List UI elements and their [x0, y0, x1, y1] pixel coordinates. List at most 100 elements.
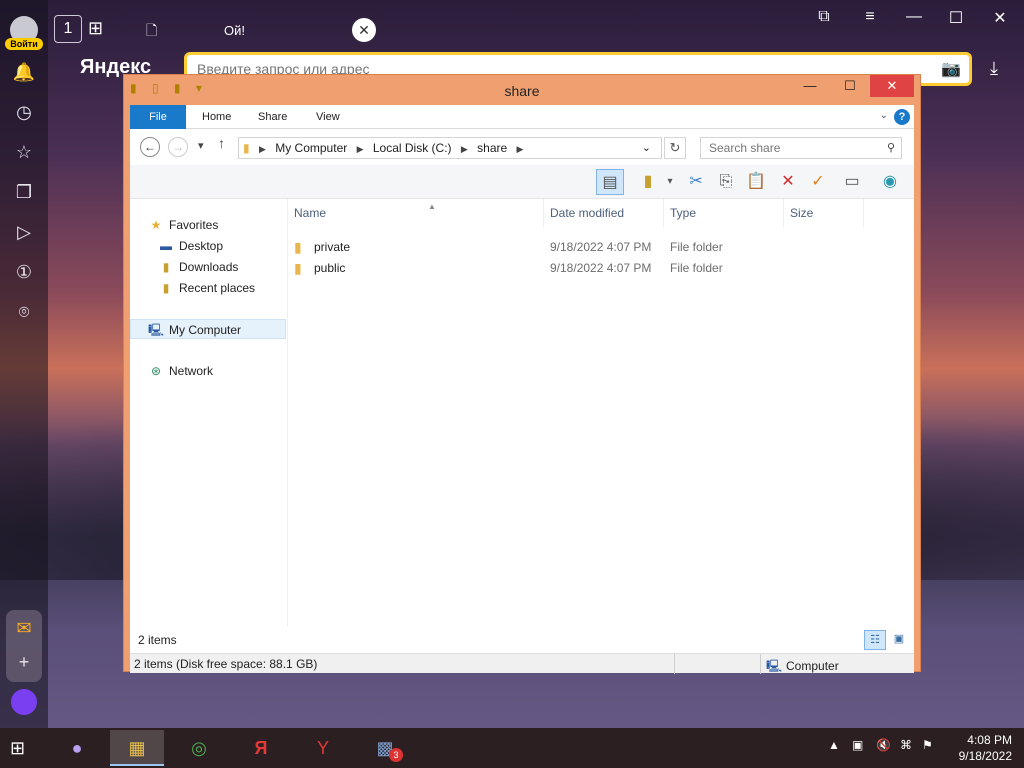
breadcrumb-local-disk[interactable]: Local Disk (C:)	[373, 141, 452, 155]
preview-pane-icon[interactable]: ▤	[596, 169, 624, 195]
column-date-modified[interactable]: Date modified	[544, 199, 664, 227]
connection-tray-icon[interactable]: ⌘	[900, 738, 912, 752]
network-icon: ⊛	[150, 364, 162, 378]
file-type: File folder	[670, 240, 723, 254]
tab-home[interactable]: Home	[188, 105, 245, 129]
folder-icon: ▮	[294, 239, 302, 255]
download-icon[interactable]: ⤓	[990, 58, 998, 79]
bookmarks-icon[interactable]: ⧉	[814, 8, 834, 26]
back-button[interactable]: ←	[140, 137, 160, 157]
explorer-taskbar-icon[interactable]: ▦	[110, 730, 164, 766]
options-dropdown-icon[interactable]: ▾	[656, 169, 684, 195]
copy-icon[interactable]: ⎘	[712, 169, 740, 195]
tab-share[interactable]: Share	[244, 105, 301, 129]
volume-muted-icon[interactable]: 🔇	[876, 738, 891, 752]
globe-icon[interactable]: ◉	[876, 169, 904, 195]
tab-file[interactable]: File	[130, 105, 186, 129]
add-icon[interactable]: +	[12, 650, 36, 674]
network-tool-taskbar-icon[interactable]: ▩	[358, 730, 412, 766]
login-button[interactable]: Войти	[5, 38, 43, 50]
nav-my-computer[interactable]: 🖳 My Computer	[130, 319, 286, 339]
search-box[interactable]: ⚲	[700, 137, 902, 159]
column-name[interactable]: Name ▲	[288, 199, 544, 227]
file-row[interactable]: ▮ public 9/18/2022 4:07 PM File folder	[288, 258, 888, 279]
nav-recent-places[interactable]: ▮ Recent places	[158, 278, 255, 298]
explorer-titlebar[interactable]: ▮ ▯ ▮ ▾ share — ☐ ✕	[124, 75, 920, 105]
rename-icon[interactable]: ▭	[838, 169, 866, 195]
nav-downloads[interactable]: ▮ Downloads	[158, 257, 239, 277]
forward-button[interactable]: →	[168, 137, 188, 157]
start-button[interactable]: ⊞	[10, 738, 38, 760]
status-divider	[760, 654, 761, 674]
refresh-button[interactable]: ↻	[664, 137, 686, 159]
file-name: private	[314, 240, 351, 254]
taskbar: ⊞ ● ▦ ◎ Я Y ▩ 3 ▲ ▣ 🔇 ⌘ ⚑ 4:08 PM 9/18/2…	[0, 728, 1024, 768]
tab-title[interactable]: Ой!	[224, 23, 245, 38]
computer-icon: 🖳	[148, 323, 165, 337]
large-icons-view-icon[interactable]: ▣	[888, 630, 910, 650]
history-icon[interactable]: ◷	[12, 100, 36, 124]
details-view-icon[interactable]: ☷	[864, 630, 886, 650]
column-size[interactable]: Size	[784, 199, 864, 227]
chrome-taskbar-icon[interactable]: ◎	[172, 730, 226, 766]
yandex-browser-taskbar-icon[interactable]: Y	[296, 730, 350, 766]
star-icon[interactable]: ☆	[12, 140, 36, 164]
breadcrumb-my-computer[interactable]: My Computer	[275, 141, 347, 155]
system-clock[interactable]: 4:08 PM 9/18/2022	[948, 732, 1012, 764]
file-list: Name ▲ Date modified Type Size ▮ private…	[288, 199, 914, 627]
clock-time: 4:08 PM	[967, 733, 1012, 747]
alice-taskbar-icon[interactable]: ●	[50, 730, 104, 766]
breadcrumb-share[interactable]: share	[477, 141, 507, 155]
status-free-space: 2 items (Disk free space: 88.1 GB)	[134, 657, 318, 671]
play-icon[interactable]: ▷	[12, 220, 36, 244]
clock-date: 9/18/2022	[958, 749, 1012, 763]
nav-network[interactable]: ⊛ Network	[148, 361, 213, 381]
status-location: 🖳 Computer	[766, 657, 839, 678]
alice-assistant-icon[interactable]	[11, 689, 37, 715]
nav-label: Favorites	[169, 218, 219, 232]
tab-close-button[interactable]: ✕	[352, 18, 376, 42]
cut-icon[interactable]: ✂	[682, 169, 710, 195]
tab-home-button[interactable]: 1	[54, 15, 82, 43]
nav-favorites[interactable]: ★ Favorites	[148, 215, 219, 235]
maximize-icon[interactable]: ☐	[946, 8, 966, 28]
yandex-taskbar-icon[interactable]: Я	[234, 730, 288, 766]
menu-icon[interactable]: ≡	[860, 8, 880, 26]
breadcrumb-separator: ▶	[460, 144, 468, 154]
nav-desktop[interactable]: ▬ Desktop	[158, 236, 223, 256]
help-icon[interactable]: ?	[894, 109, 910, 125]
action-center-icon[interactable]: ⚑	[922, 738, 933, 752]
tab-view[interactable]: View	[302, 105, 354, 129]
search-icon[interactable]: ⚲	[887, 141, 895, 154]
minimize-icon[interactable]: —	[904, 8, 924, 26]
status-bar: 2 items (Disk free space: 88.1 GB) 🖳 Comp…	[130, 653, 914, 674]
collections-icon[interactable]: ❐	[12, 180, 36, 204]
new-tab-icon[interactable]: ⊞	[88, 18, 103, 39]
column-type[interactable]: Type	[664, 199, 784, 227]
bell-icon[interactable]: 🔔	[12, 60, 36, 84]
up-icon[interactable]: ↑	[218, 135, 225, 151]
mail-icon[interactable]: ✉	[12, 616, 36, 640]
maximize-button[interactable]: ☐	[830, 75, 870, 97]
command-toolbar: ▤ ▮ ▾ ✂ ⎘ 📋 ✕ ✓ ▭ ◉	[130, 165, 914, 199]
address-bar[interactable]: ▮ ▶ My Computer ▶ Local Disk (C:) ▶ shar…	[238, 137, 662, 159]
recent-locations-icon[interactable]: ▾	[198, 139, 204, 152]
network-tray-icon[interactable]: ▣	[852, 738, 863, 752]
file-row[interactable]: ▮ private 9/18/2022 4:07 PM File folder	[288, 237, 888, 258]
nav-label: My Computer	[169, 323, 242, 337]
minimize-button[interactable]: —	[790, 75, 830, 97]
paste-icon[interactable]: 📋	[742, 169, 770, 195]
show-hidden-icons[interactable]: ▲	[828, 738, 840, 752]
breadcrumb-separator: ▶	[356, 144, 364, 154]
close-button[interactable]: ✕	[870, 75, 914, 97]
camera-search-icon[interactable]: 📷	[941, 59, 961, 79]
search-input[interactable]	[701, 138, 871, 158]
address-dropdown-icon[interactable]: ⌄	[642, 138, 651, 158]
delete-icon[interactable]: ✕	[774, 169, 802, 195]
tab-number-icon[interactable]: ①	[12, 260, 36, 284]
close-icon[interactable]: ✕	[990, 8, 1010, 28]
screenshot-icon[interactable]: ⌾	[12, 300, 36, 324]
checkmark-icon[interactable]: ✓	[804, 169, 832, 195]
chevron-down-icon[interactable]: ⌄	[880, 110, 888, 121]
recent-places-icon: ▮	[162, 281, 170, 295]
